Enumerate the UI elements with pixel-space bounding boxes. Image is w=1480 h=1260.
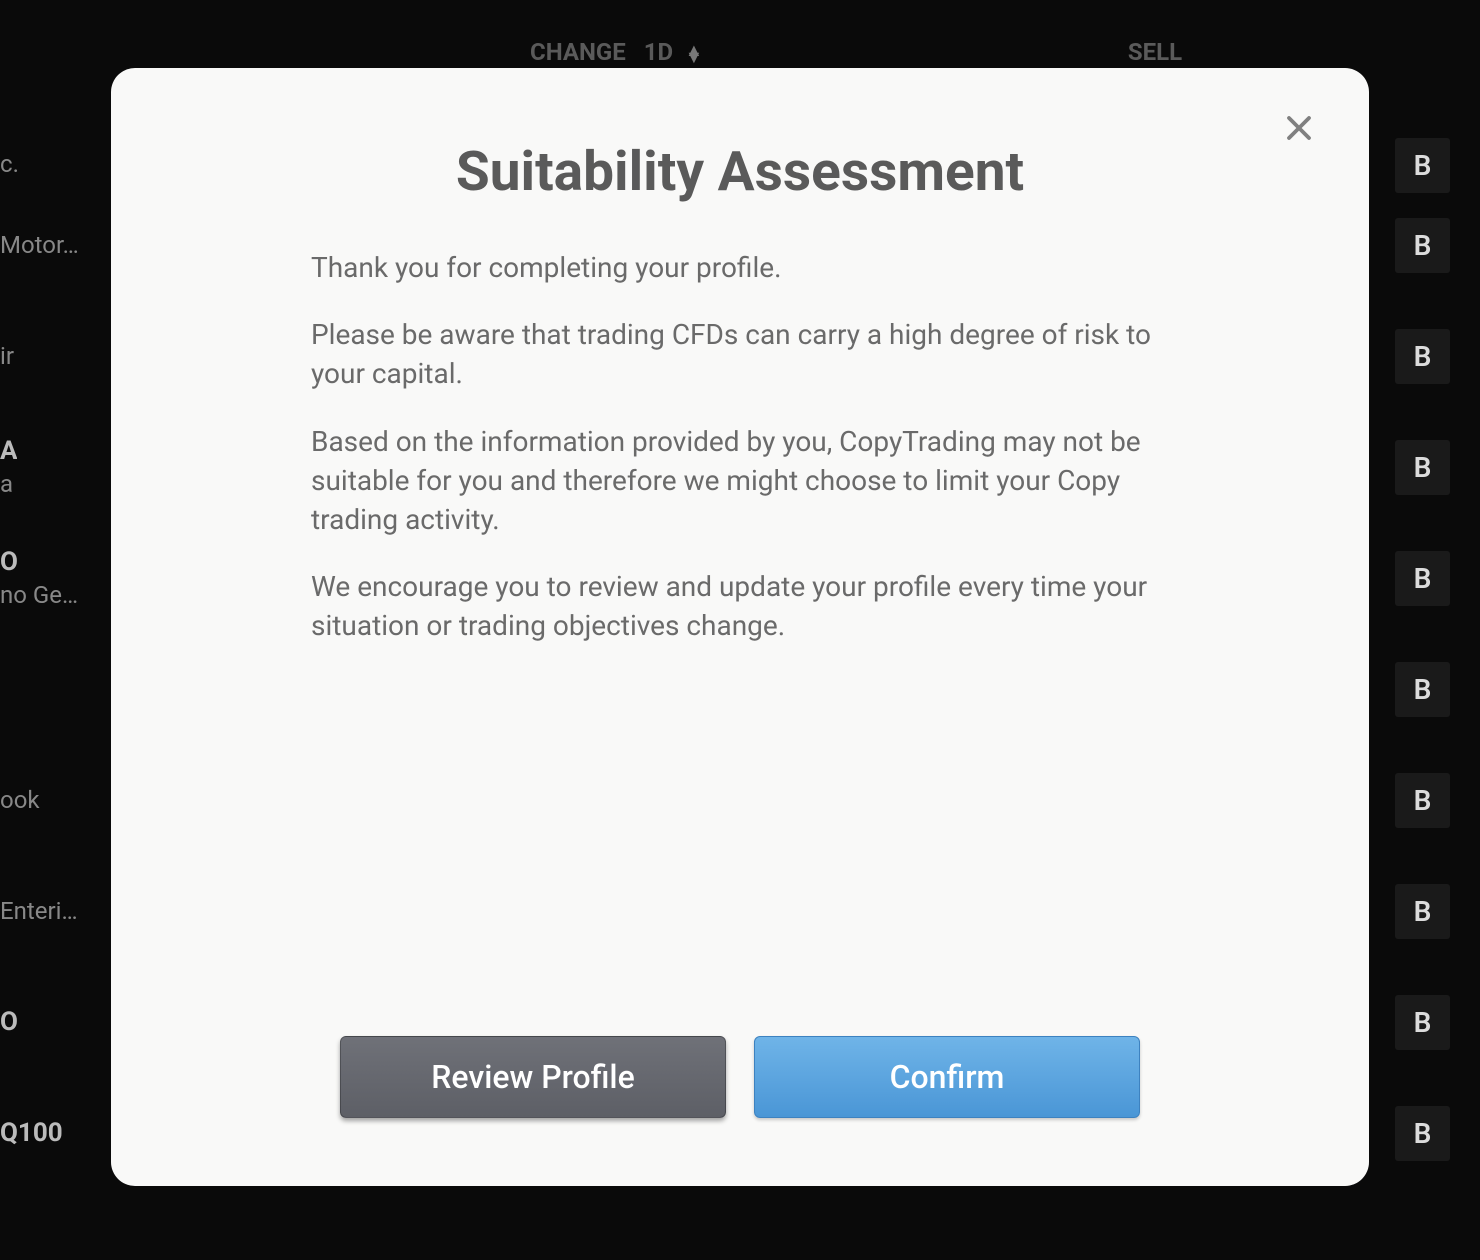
close-icon bbox=[1284, 113, 1314, 143]
modal-paragraph: Please be aware that trading CFDs can ca… bbox=[311, 315, 1169, 393]
modal-overlay: Suitability Assessment Thank you for com… bbox=[0, 0, 1480, 1260]
modal-paragraph: Based on the information provided by you… bbox=[311, 422, 1169, 540]
modal-paragraph: Thank you for completing your profile. bbox=[311, 248, 1169, 287]
suitability-modal: Suitability Assessment Thank you for com… bbox=[111, 68, 1369, 1186]
modal-footer: Review Profile Confirm bbox=[311, 1036, 1169, 1118]
close-button[interactable] bbox=[1279, 108, 1319, 148]
modal-title: Suitability Assessment bbox=[311, 140, 1169, 204]
confirm-button[interactable]: Confirm bbox=[754, 1036, 1140, 1118]
review-profile-button[interactable]: Review Profile bbox=[340, 1036, 726, 1118]
modal-paragraph: We encourage you to review and update yo… bbox=[311, 567, 1169, 645]
modal-body: Thank you for completing your profile. P… bbox=[311, 248, 1169, 1036]
